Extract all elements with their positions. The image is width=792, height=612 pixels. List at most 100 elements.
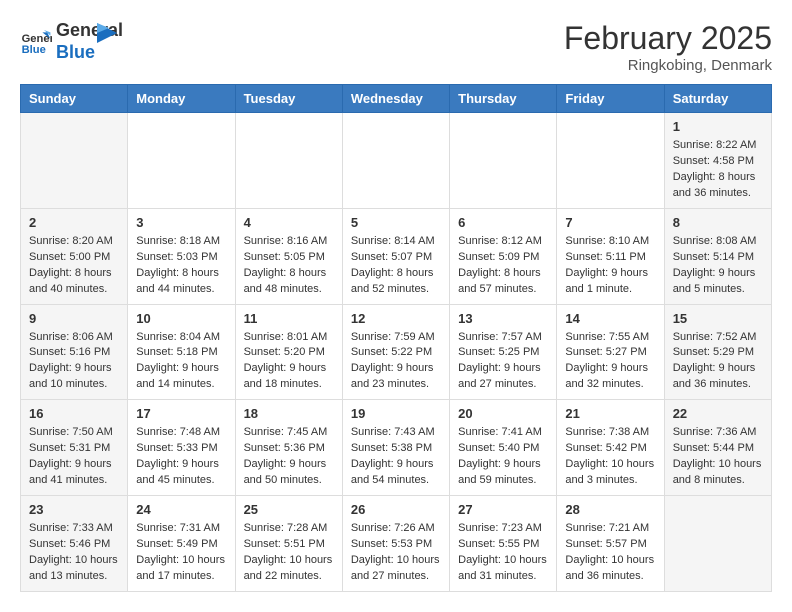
calendar-cell: 17Sunrise: 7:48 AM Sunset: 5:33 PM Dayli… xyxy=(128,400,235,496)
day-info: Sunrise: 7:50 AM Sunset: 5:31 PM Dayligh… xyxy=(29,425,119,489)
day-info: Sunrise: 8:10 AM Sunset: 5:11 PM Dayligh… xyxy=(565,234,655,298)
calendar-table: SundayMondayTuesdayWednesdayThursdayFrid… xyxy=(20,84,772,592)
calendar-cell: 14 Sunrise: 7:55 AM Sunset: 5:27 PM Dayli… xyxy=(557,304,664,400)
day-info: Sunrise: 7:55 AM Sunset: 5:27 PM Dayligh… xyxy=(565,330,655,394)
day-number: 9 xyxy=(29,311,119,326)
calendar-cell: 4Sunrise: 8:16 AM Sunset: 5:05 PM Daylig… xyxy=(235,208,342,304)
day-number: 2 xyxy=(29,215,119,230)
day-number: 1 xyxy=(673,119,763,134)
logo: General Blue General Blue xyxy=(20,20,117,63)
calendar-cell: 10 Sunrise: 8:04 AM Sunset: 5:18 PM Dayli… xyxy=(128,304,235,400)
day-number: 26 xyxy=(351,502,441,517)
month-year-title: February 2025 xyxy=(564,20,772,57)
col-header-wednesday: Wednesday xyxy=(342,85,449,113)
day-number: 21 xyxy=(565,406,655,421)
day-number: 20 xyxy=(458,406,548,421)
calendar-cell xyxy=(557,113,664,209)
day-number: 28 xyxy=(565,502,655,517)
day-number: 22 xyxy=(673,406,763,421)
day-info: Sunrise: 8:04 AM Sunset: 5:18 PM Dayligh… xyxy=(136,330,226,394)
day-number: 12 xyxy=(351,311,441,326)
calendar-cell xyxy=(235,113,342,209)
calendar-header-row: SundayMondayTuesdayWednesdayThursdayFrid… xyxy=(21,85,772,113)
day-info: Sunrise: 7:33 AM Sunset: 5:46 PM Dayligh… xyxy=(29,521,119,585)
day-info: Sunrise: 7:23 AM Sunset: 5:55 PM Dayligh… xyxy=(458,521,548,585)
col-header-tuesday: Tuesday xyxy=(235,85,342,113)
day-info: Sunrise: 8:08 AM Sunset: 5:14 PM Dayligh… xyxy=(673,234,763,298)
col-header-monday: Monday xyxy=(128,85,235,113)
day-number: 17 xyxy=(136,406,226,421)
calendar-cell: 2 Sunrise: 8:20 AM Sunset: 5:00 PM Daylig… xyxy=(21,208,128,304)
day-number: 15 xyxy=(673,311,763,326)
day-info: Sunrise: 7:52 AM Sunset: 5:29 PM Dayligh… xyxy=(673,330,763,394)
logo-icon: General Blue xyxy=(20,26,52,58)
calendar-cell: 1 Sunrise: 8:22 AM Sunset: 4:58 PM Daylig… xyxy=(664,113,771,209)
calendar-cell: 11Sunrise: 8:01 AM Sunset: 5:20 PM Dayli… xyxy=(235,304,342,400)
day-info: Sunrise: 7:45 AM Sunset: 5:36 PM Dayligh… xyxy=(244,425,334,489)
day-info: Sunrise: 7:36 AM Sunset: 5:44 PM Dayligh… xyxy=(673,425,763,489)
day-info: Sunrise: 8:12 AM Sunset: 5:09 PM Dayligh… xyxy=(458,234,548,298)
calendar-cell xyxy=(128,113,235,209)
day-info: Sunrise: 8:06 AM Sunset: 5:16 PM Dayligh… xyxy=(29,330,119,394)
day-number: 10 xyxy=(136,311,226,326)
calendar-cell: 3 Sunrise: 8:18 AM Sunset: 5:03 PM Daylig… xyxy=(128,208,235,304)
calendar-cell: 28 Sunrise: 7:21 AM Sunset: 5:57 PM Dayli… xyxy=(557,496,664,592)
calendar-cell xyxy=(664,496,771,592)
calendar-cell: 21 Sunrise: 7:38 AM Sunset: 5:42 PM Dayli… xyxy=(557,400,664,496)
calendar-cell xyxy=(21,113,128,209)
day-info: Sunrise: 7:57 AM Sunset: 5:25 PM Dayligh… xyxy=(458,330,548,394)
day-number: 5 xyxy=(351,215,441,230)
title-block: February 2025 Ringkobing, Denmark xyxy=(564,20,772,74)
day-info: Sunrise: 8:01 AM Sunset: 5:20 PM Dayligh… xyxy=(244,330,334,394)
calendar-cell: 9 Sunrise: 8:06 AM Sunset: 5:16 PM Daylig… xyxy=(21,304,128,400)
day-number: 25 xyxy=(244,502,334,517)
calendar-week-row: 23 Sunrise: 7:33 AM Sunset: 5:46 PM Dayli… xyxy=(21,496,772,592)
day-info: Sunrise: 7:41 AM Sunset: 5:40 PM Dayligh… xyxy=(458,425,548,489)
calendar-cell: 13 Sunrise: 7:57 AM Sunset: 5:25 PM Dayli… xyxy=(450,304,557,400)
calendar-cell: 15 Sunrise: 7:52 AM Sunset: 5:29 PM Dayli… xyxy=(664,304,771,400)
day-number: 18 xyxy=(244,406,334,421)
day-info: Sunrise: 7:26 AM Sunset: 5:53 PM Dayligh… xyxy=(351,521,441,585)
page-header: General Blue General Blue February 2025 … xyxy=(20,20,772,74)
day-number: 8 xyxy=(673,215,763,230)
day-info: Sunrise: 7:59 AM Sunset: 5:22 PM Dayligh… xyxy=(351,330,441,394)
calendar-week-row: 1 Sunrise: 8:22 AM Sunset: 4:58 PM Daylig… xyxy=(21,113,772,209)
calendar-cell: 6 Sunrise: 8:12 AM Sunset: 5:09 PM Daylig… xyxy=(450,208,557,304)
day-number: 14 xyxy=(565,311,655,326)
calendar-week-row: 16 Sunrise: 7:50 AM Sunset: 5:31 PM Dayli… xyxy=(21,400,772,496)
calendar-cell: 27 Sunrise: 7:23 AM Sunset: 5:55 PM Dayli… xyxy=(450,496,557,592)
calendar-cell: 20 Sunrise: 7:41 AM Sunset: 5:40 PM Dayli… xyxy=(450,400,557,496)
col-header-saturday: Saturday xyxy=(664,85,771,113)
day-info: Sunrise: 7:21 AM Sunset: 5:57 PM Dayligh… xyxy=(565,521,655,585)
calendar-cell: 18 Sunrise: 7:45 AM Sunset: 5:36 PM Dayli… xyxy=(235,400,342,496)
day-info: Sunrise: 7:28 AM Sunset: 5:51 PM Dayligh… xyxy=(244,521,334,585)
day-number: 23 xyxy=(29,502,119,517)
calendar-cell: 19 Sunrise: 7:43 AM Sunset: 5:38 PM Dayli… xyxy=(342,400,449,496)
col-header-sunday: Sunday xyxy=(21,85,128,113)
calendar-cell: 26 Sunrise: 7:26 AM Sunset: 5:53 PM Dayli… xyxy=(342,496,449,592)
day-number: 19 xyxy=(351,406,441,421)
calendar-cell: 8 Sunrise: 8:08 AM Sunset: 5:14 PM Daylig… xyxy=(664,208,771,304)
day-number: 16 xyxy=(29,406,119,421)
day-number: 27 xyxy=(458,502,548,517)
day-number: 7 xyxy=(565,215,655,230)
day-number: 3 xyxy=(136,215,226,230)
day-info: Sunrise: 8:20 AM Sunset: 5:00 PM Dayligh… xyxy=(29,234,119,298)
calendar-cell: 25 Sunrise: 7:28 AM Sunset: 5:51 PM Dayli… xyxy=(235,496,342,592)
day-info: Sunrise: 8:18 AM Sunset: 5:03 PM Dayligh… xyxy=(136,234,226,298)
col-header-friday: Friday xyxy=(557,85,664,113)
day-info: Sunrise: 7:38 AM Sunset: 5:42 PM Dayligh… xyxy=(565,425,655,489)
calendar-cell xyxy=(342,113,449,209)
day-info: Sunrise: 8:16 AM Sunset: 5:05 PM Dayligh… xyxy=(244,234,334,298)
calendar-cell: 24 Sunrise: 7:31 AM Sunset: 5:49 PM Dayli… xyxy=(128,496,235,592)
calendar-cell: 12 Sunrise: 7:59 AM Sunset: 5:22 PM Dayli… xyxy=(342,304,449,400)
day-info: Sunrise: 7:31 AM Sunset: 5:49 PM Dayligh… xyxy=(136,521,226,585)
calendar-week-row: 9 Sunrise: 8:06 AM Sunset: 5:16 PM Daylig… xyxy=(21,304,772,400)
day-info: Sunrise: 8:14 AM Sunset: 5:07 PM Dayligh… xyxy=(351,234,441,298)
calendar-cell: 16 Sunrise: 7:50 AM Sunset: 5:31 PM Dayli… xyxy=(21,400,128,496)
day-info: Sunrise: 8:22 AM Sunset: 4:58 PM Dayligh… xyxy=(673,138,763,202)
day-number: 13 xyxy=(458,311,548,326)
day-info: Sunrise: 7:43 AM Sunset: 5:38 PM Dayligh… xyxy=(351,425,441,489)
day-number: 6 xyxy=(458,215,548,230)
day-number: 24 xyxy=(136,502,226,517)
